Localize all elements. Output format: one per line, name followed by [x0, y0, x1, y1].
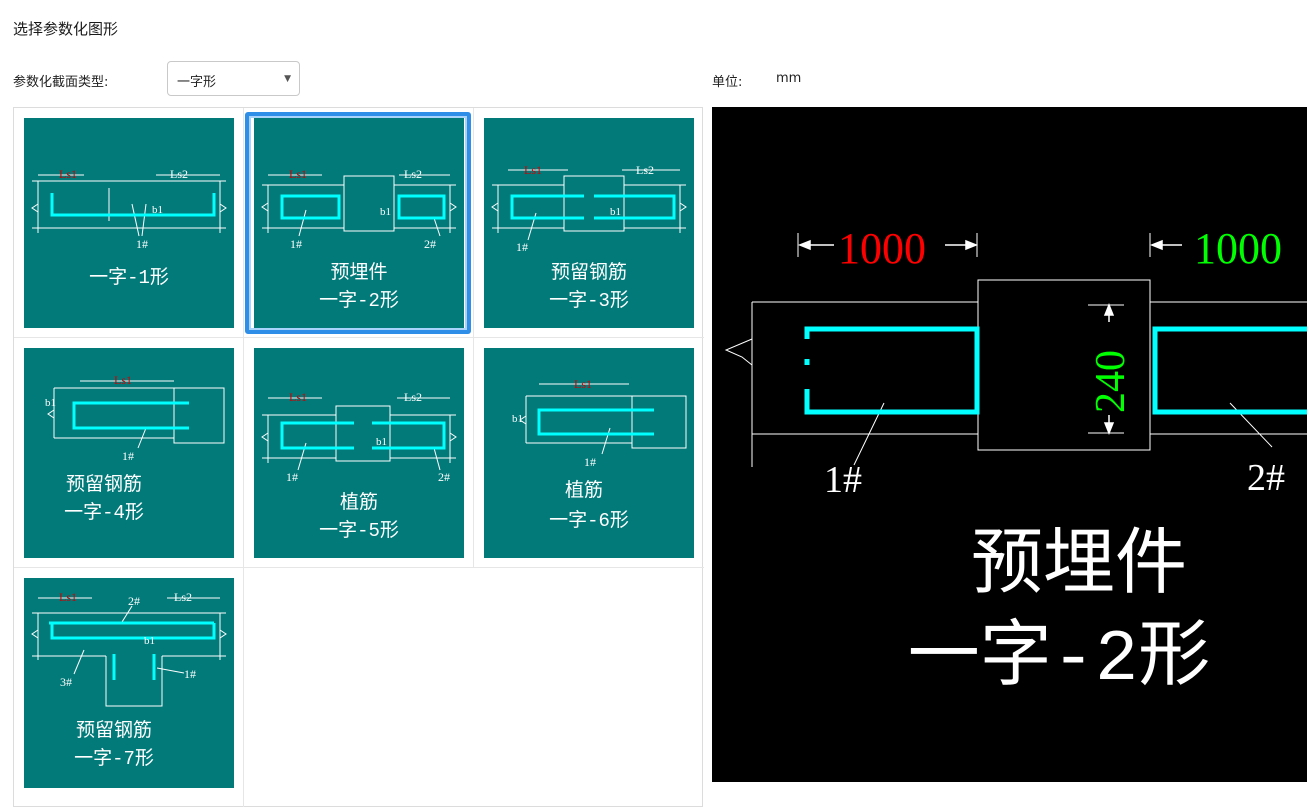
shape-name: 一字-4形 [64, 501, 144, 524]
grid-separator [473, 108, 474, 568]
shape-name: 一字-1形 [89, 266, 169, 289]
unit-value: mm [776, 71, 802, 86]
dim-right-label: 1000 [1194, 224, 1282, 273]
shape-thumb-7[interactable]: Ls1 Ls2 b1 2# 3# 1# 预留钢筋 一字-7形 [24, 578, 234, 788]
shape-7-drawing: Ls1 Ls2 b1 2# 3# 1# 预留钢筋 一字-7形 [31, 590, 227, 770]
chevron-down-icon: ▼ [284, 74, 291, 84]
shape-1-drawing: Ls1 Ls2 b1 1# 一字-1形 [31, 167, 227, 289]
shape-preview: 1000 1000 240 1# 2# 预埋件 一字-2形 [712, 107, 1307, 782]
ls2-label: Ls2 [636, 163, 654, 177]
shape-6-drawing: Ls1 b1 1# 植筋 一字-6形 [512, 377, 687, 532]
rebar-2-label: 2# [128, 594, 140, 608]
preview-category: 预埋件 [971, 526, 1187, 609]
shape-category: 预留钢筋 [551, 261, 627, 284]
rebar-3-label: 3# [60, 675, 72, 689]
shape-5-drawing: Ls1 Ls2 b1 1# 2# 植筋 一字-5形 [261, 390, 457, 542]
b1-label: b1 [152, 204, 163, 216]
ls1-label: Ls1 [524, 163, 542, 177]
preview-shape-name: 一字-2形 [908, 617, 1210, 701]
ls2-label: Ls2 [174, 590, 192, 604]
grid-separator [14, 337, 704, 338]
dim-width-label: 240 [1088, 350, 1134, 413]
section-type-dropdown[interactable]: 一字形 ▼ [167, 61, 300, 96]
shape-name: 一字-3形 [549, 289, 629, 312]
shape-name: 一字-7形 [74, 747, 154, 770]
rebar-2-label: 2# [1247, 457, 1285, 499]
shape-3-drawing: Ls1 Ls2 b1 1# 预留钢筋 一字-3形 [491, 163, 687, 312]
selected-thumb-highlight [245, 112, 471, 334]
rebar-1-label: 1# [184, 667, 196, 681]
shape-name: 一字-6形 [549, 509, 629, 532]
rebar-2-label: 2# [438, 470, 450, 484]
shape-category: 预留钢筋 [66, 473, 142, 496]
shape-thumb-6[interactable]: Ls1 b1 1# 植筋 一字-6形 [484, 348, 694, 558]
ls1-label: Ls1 [114, 373, 132, 387]
shape-thumb-4[interactable]: Ls1 b1 1# 预留钢筋 一字-4形 [24, 348, 234, 558]
b1-label: b1 [610, 206, 621, 218]
rebar-1-label: 1# [136, 237, 148, 251]
b1-label: b1 [45, 397, 56, 409]
unit-label: 单位: [712, 75, 743, 90]
shape-4-drawing: Ls1 b1 1# 预留钢筋 一字-4形 [45, 373, 225, 524]
preview-drawing: 1000 1000 240 1# 2# 预埋件 一字-2形 [724, 224, 1307, 701]
ls1-label: Ls1 [289, 390, 307, 404]
rebar-1-label: 1# [122, 449, 134, 463]
rebar-1-label: 1# [516, 240, 528, 254]
section-type-value: 一字形 [177, 75, 217, 90]
shape-thumb-3[interactable]: Ls1 Ls2 b1 1# 预留钢筋 一字-3形 [484, 118, 694, 328]
grid-separator [243, 108, 244, 568]
b1-label: b1 [512, 413, 523, 425]
rebar-1-label: 1# [286, 470, 298, 484]
dim-left-label: 1000 [838, 224, 926, 273]
shape-thumb-1[interactable]: Ls1 Ls2 b1 1# 一字-1形 [24, 118, 234, 328]
ls2-label: Ls2 [170, 167, 188, 181]
ls1-label: Ls1 [59, 167, 77, 181]
ls1-label: Ls1 [59, 590, 77, 604]
shape-category: 植筋 [565, 479, 603, 502]
b1-label: b1 [376, 436, 387, 448]
shape-category: 植筋 [340, 491, 378, 514]
dialog-title: 选择参数化图形 [13, 20, 119, 38]
grid-separator [243, 567, 244, 807]
rebar-1-label: 1# [584, 455, 596, 469]
rebar-1-label: 1# [824, 459, 862, 501]
ls2-label: Ls2 [404, 390, 422, 404]
ls1-label: Ls1 [574, 377, 592, 391]
grid-separator [14, 567, 704, 568]
b1-label: b1 [144, 635, 155, 647]
shape-thumb-5[interactable]: Ls1 Ls2 b1 1# 2# 植筋 一字-5形 [254, 348, 464, 558]
section-type-label: 参数化截面类型: [13, 75, 109, 90]
shape-name: 一字-5形 [319, 519, 399, 542]
shape-category: 预留钢筋 [76, 719, 152, 742]
